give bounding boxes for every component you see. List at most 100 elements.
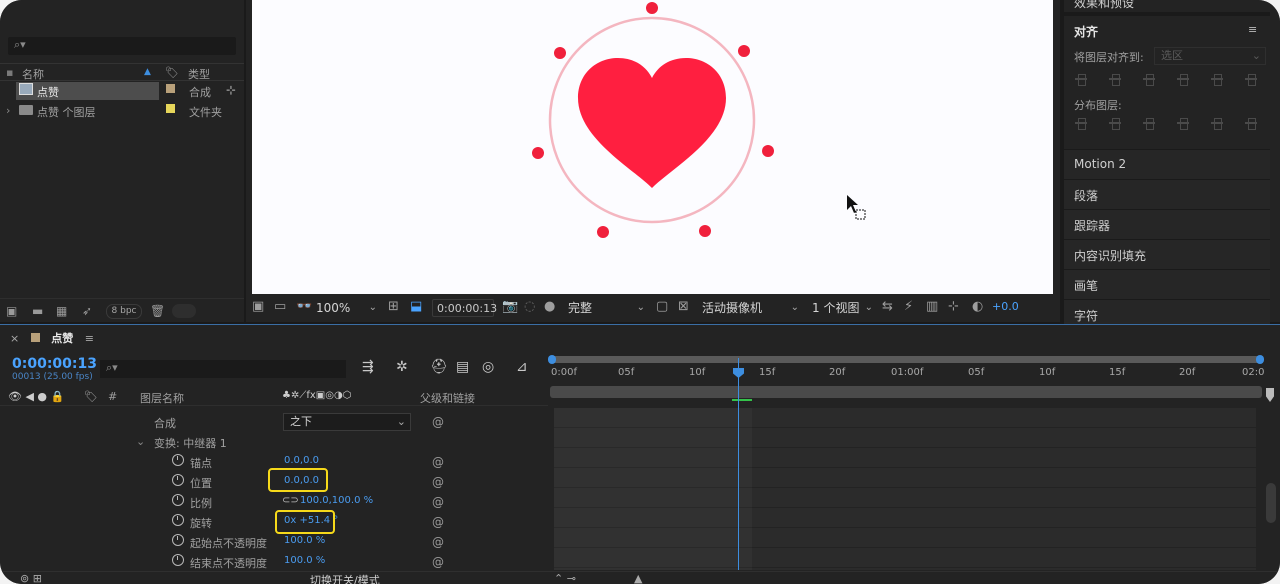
sort-up-icon[interactable]: ▲ [144, 67, 151, 77]
views-dropdown[interactable]: 1 个视图 ⌄ [812, 299, 876, 317]
composition-mini-flowchart-icon[interactable]: ⇶ [362, 359, 374, 375]
panel-menu-icon[interactable]: ≡ [1248, 23, 1257, 36]
resolution-dropdown[interactable]: 完整 ⌄ [568, 299, 648, 317]
toggle-switches-modes-button[interactable]: 切换开关/模式 [310, 572, 380, 584]
new-composition-icon[interactable]: ▦ [56, 304, 67, 318]
col-parent[interactable]: 父级和链接 [420, 390, 475, 406]
chevron-down-icon[interactable]: ⌄ [136, 435, 145, 448]
channels-icon[interactable]: ● [544, 299, 555, 314]
timeline-tracks[interactable] [554, 408, 1256, 570]
motion-blur-icon[interactable]: ◎ [482, 359, 494, 375]
composite-dropdown[interactable]: 之下 ⌄ [283, 413, 411, 431]
pickwhip-icon[interactable]: @ [432, 495, 444, 509]
align-bottom-icon[interactable] [1244, 72, 1258, 86]
work-area-start-handle[interactable] [548, 355, 556, 364]
pickwhip-icon[interactable]: @ [432, 475, 444, 489]
vr-goggles-icon[interactable]: 👓 [296, 299, 312, 314]
align-top-icon[interactable] [1176, 72, 1190, 86]
comp-end-marker[interactable] [1266, 388, 1274, 402]
transform-group-row[interactable]: ⌄ 变换: 中继器 1 [0, 431, 548, 451]
timeline-icon[interactable]: ▥ [926, 299, 938, 314]
project-item-folder[interactable]: › 点赞 个图层 文件夹 [0, 102, 244, 120]
chevron-right-icon[interactable]: › [6, 104, 10, 117]
monitor-icon[interactable]: ▭ [274, 299, 286, 314]
vertical-scrollbar[interactable] [1266, 483, 1276, 523]
timeline-tab[interactable]: × 点赞 ≡ [10, 330, 94, 346]
distribute-vcenter-icon[interactable] [1108, 116, 1122, 130]
col-type[interactable]: 类型 [188, 66, 210, 82]
camera-dropdown[interactable]: 活动摄像机 ⌄ [702, 299, 802, 317]
zoom-out-icon[interactable]: ⌃ ⊸ [554, 572, 576, 584]
col-layer-name[interactable]: 图层名称 [140, 390, 184, 406]
pickwhip-icon[interactable]: @ [432, 415, 444, 429]
effects-presets-title[interactable]: 效果和预设 [1074, 0, 1134, 11]
pickwhip-icon[interactable]: @ [432, 535, 444, 549]
distribute-left-icon[interactable] [1176, 116, 1190, 130]
panel-tracker[interactable]: 跟踪器 [1064, 209, 1270, 239]
panel-brushes[interactable]: 画笔 [1064, 269, 1270, 299]
distribute-right-icon[interactable] [1244, 116, 1258, 130]
zoom-in-icon[interactable]: ▲ [634, 572, 642, 584]
stopwatch-icon[interactable] [172, 494, 184, 506]
align-right-icon[interactable] [1142, 72, 1156, 86]
bit-depth-button[interactable]: 8 bpc [106, 304, 142, 319]
property-value[interactable]: 0.0,0.0 [284, 455, 319, 466]
mask-visibility-icon[interactable]: ⬓ [410, 299, 422, 314]
show-snapshot-icon[interactable]: ◌ [524, 299, 535, 314]
stopwatch-icon[interactable] [172, 534, 184, 546]
label-swatch[interactable] [166, 104, 175, 113]
region-of-interest-icon[interactable]: ▢ [656, 299, 668, 314]
property-value[interactable]: 100.0,100.0 % [300, 495, 373, 506]
stopwatch-icon[interactable] [172, 514, 184, 526]
current-timecode[interactable]: 0:00:00:13 [12, 356, 97, 372]
timeline-search-input[interactable]: ⌕▾ [100, 360, 346, 378]
zoom-dropdown[interactable]: 100% ⌄ [316, 299, 380, 317]
label-swatch[interactable] [166, 84, 175, 93]
work-area-end-handle[interactable] [1256, 355, 1264, 364]
align-left-icon[interactable] [1074, 72, 1088, 86]
panel-menu-icon[interactable]: ≡ [85, 332, 94, 345]
distribute-bottom-icon[interactable] [1142, 116, 1156, 130]
fast-previews-icon[interactable]: ⚡ [904, 299, 913, 314]
interpret-footage-icon[interactable]: ▣ [6, 304, 17, 318]
composition-canvas[interactable] [252, 0, 1053, 294]
render-time-icon[interactable]: ⊚ ⊞ [20, 572, 42, 584]
time-ruler[interactable]: 0:00f 05f 10f 15f 20f 01:00f 05f 10f 15f… [548, 353, 1266, 403]
camera-icon[interactable]: 📷 [502, 299, 518, 314]
always-preview-icon[interactable]: ▣ [252, 299, 264, 314]
shy-layers-icon[interactable]: ⛑ [430, 359, 448, 375]
exposure-value[interactable]: +0.0 [992, 300, 1019, 313]
stopwatch-icon[interactable] [172, 554, 184, 566]
pickwhip-icon[interactable]: @ [432, 455, 444, 469]
pickwhip-icon[interactable]: @ [432, 515, 444, 529]
viewer-timecode[interactable]: 0:00:00:13 [432, 299, 497, 317]
thumbnail-slider[interactable] [172, 304, 196, 318]
stopwatch-icon[interactable] [172, 454, 184, 466]
constrain-proportions-icon[interactable]: ⊂⊃ [282, 495, 299, 506]
tag-icon[interactable]: 🏷 [165, 66, 179, 79]
draft-3d-icon[interactable]: ✲ [396, 359, 408, 375]
distribute-top-icon[interactable] [1074, 116, 1088, 130]
panel-content-aware-fill[interactable]: 内容识别填充 [1064, 239, 1270, 269]
work-area-bar[interactable] [550, 356, 1262, 363]
layer-duration-bar[interactable] [550, 386, 1262, 398]
panel-paragraph[interactable]: 段落 [1064, 179, 1270, 209]
playhead[interactable] [733, 358, 744, 570]
reset-exposure-icon[interactable]: ◐ [972, 299, 983, 314]
new-folder-icon[interactable]: ▬ [32, 304, 43, 318]
project-item-comp[interactable]: 点赞 合成 ⊹ [0, 82, 244, 100]
frame-blending-icon[interactable]: ▤ [456, 359, 469, 375]
project-search-input[interactable]: ⌕▾ [8, 37, 236, 55]
property-value[interactable]: 100.0 % [284, 555, 325, 566]
panel-motion2[interactable]: Motion 2 [1064, 149, 1270, 179]
close-icon[interactable]: × [10, 332, 19, 345]
align-hcenter-icon[interactable] [1108, 72, 1122, 86]
graph-editor-icon[interactable]: ⊿ [516, 359, 528, 375]
transparency-grid-icon[interactable]: ⊠ [678, 299, 689, 314]
trash-icon[interactable]: 🗑 [150, 304, 165, 318]
col-name[interactable]: 名称 [22, 66, 44, 82]
align-vcenter-icon[interactable] [1210, 72, 1224, 86]
stopwatch-icon[interactable] [172, 474, 184, 486]
pickwhip-icon[interactable]: @ [432, 555, 444, 569]
property-value[interactable]: 100.0 % [284, 535, 325, 546]
